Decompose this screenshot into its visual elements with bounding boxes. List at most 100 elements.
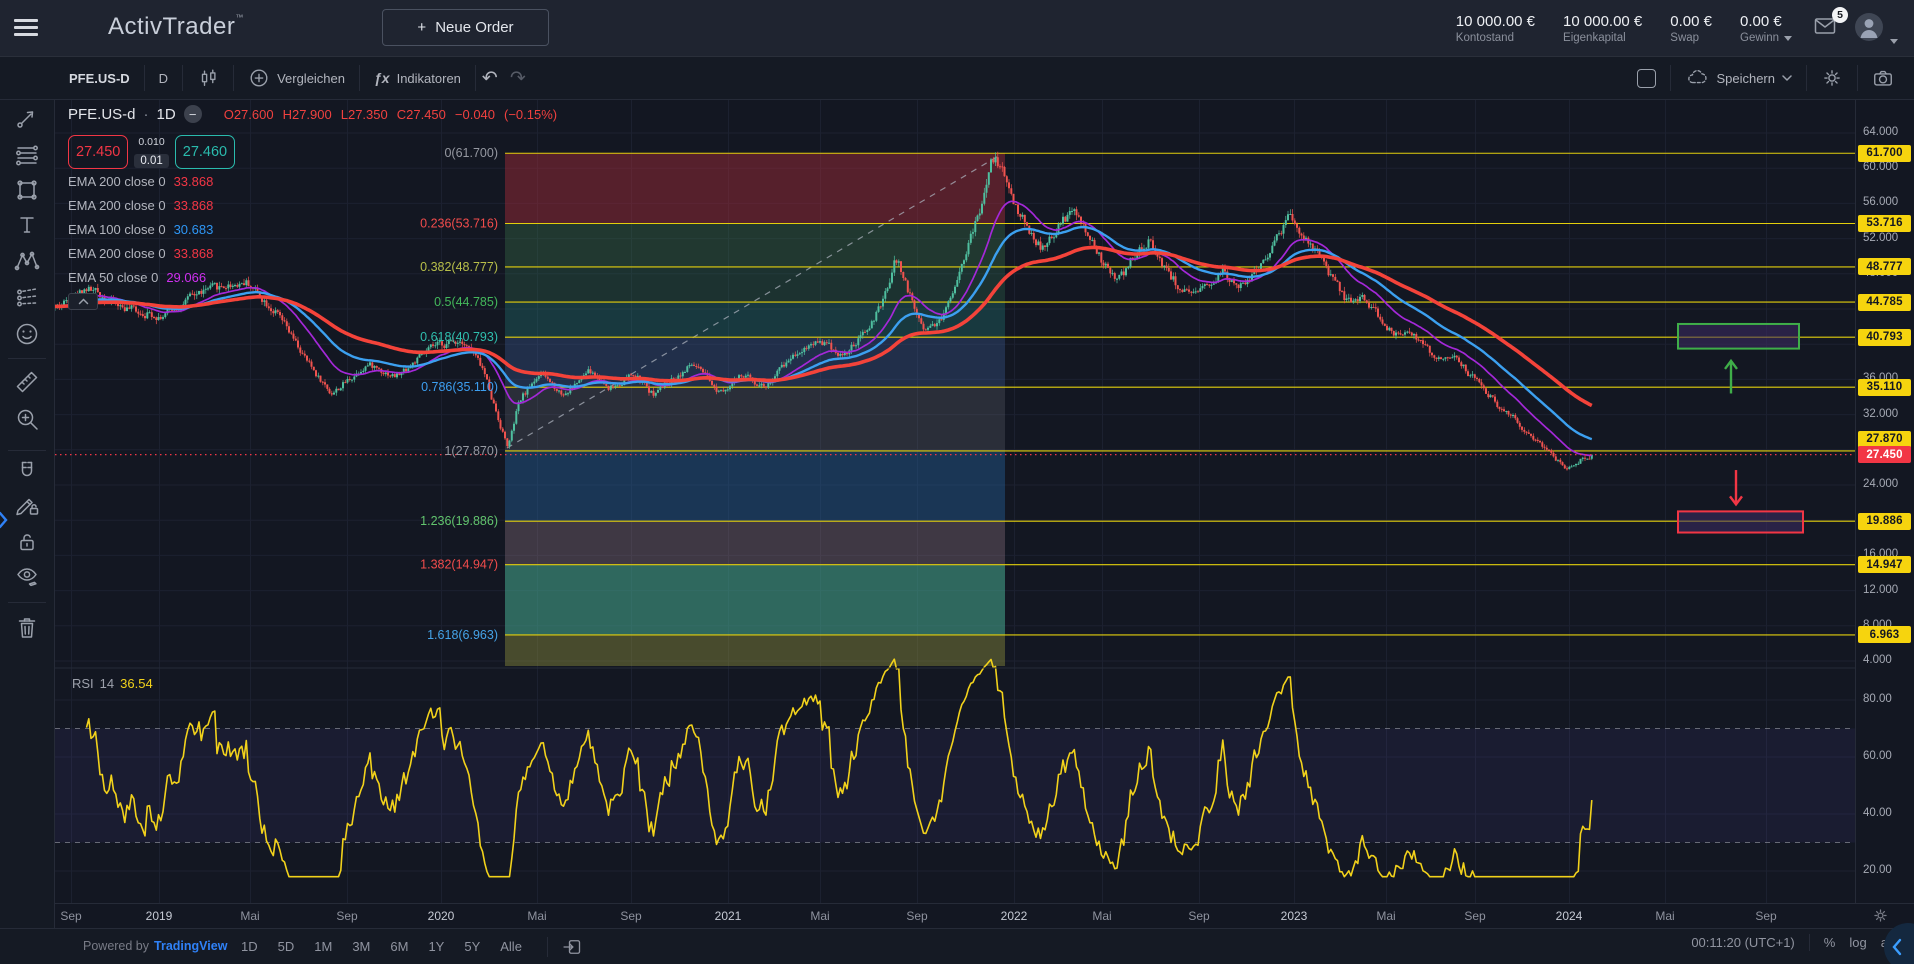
time-tick-label: Sep: [1188, 909, 1209, 923]
xabcd-pattern-icon: [14, 248, 40, 274]
ema-value: 33.868: [174, 174, 214, 189]
fib-level-label[interactable]: 1.236(19.886): [420, 514, 498, 528]
menu-icon[interactable]: [14, 19, 38, 37]
tool-ruler[interactable]: [9, 364, 45, 400]
tool-text[interactable]: [9, 207, 45, 243]
user-avatar[interactable]: [1854, 12, 1896, 46]
chevron-down-icon: [1782, 75, 1792, 82]
buy-price-button[interactable]: 27.460: [175, 135, 235, 169]
range-button-1d[interactable]: 1D: [232, 934, 267, 959]
gear-icon: [1821, 67, 1843, 89]
price-tick-label: 32.000: [1863, 408, 1898, 420]
ema-legend-row[interactable]: EMA 200 close 033.868: [68, 241, 557, 265]
tool-xabcd-pattern[interactable]: [9, 243, 45, 279]
time-tick-label: 2021: [715, 909, 742, 923]
rsi-legend[interactable]: RSI14 36.54: [72, 676, 153, 691]
fib-price-badge: 35.110: [1858, 379, 1911, 396]
ema-legend-row[interactable]: EMA 100 close 030.683: [68, 217, 557, 241]
account-summary: 10 000.00 €Kontostand10 000.00 €Eigenkap…: [1456, 0, 1792, 57]
fib-level-label[interactable]: 1(27.870): [444, 444, 498, 458]
tool-emoji[interactable]: [9, 316, 45, 352]
mail-button[interactable]: 5: [1812, 14, 1842, 42]
account-label: Swap: [1670, 32, 1712, 44]
sell-target-box[interactable]: [1678, 511, 1803, 532]
range-button-1m[interactable]: 1M: [305, 934, 341, 959]
fib-level-label[interactable]: 0.786(35.110): [421, 380, 498, 394]
tool-forecast[interactable]: [9, 279, 45, 315]
goto-date-button[interactable]: [547, 937, 582, 957]
chart-settings-button[interactable]: [1807, 57, 1857, 99]
fib-level-label[interactable]: 0.618(40.793): [420, 330, 498, 344]
time-tick-label: Mai: [810, 909, 829, 923]
legend-collapse-button[interactable]: [68, 293, 98, 310]
buy-target-box[interactable]: [1678, 324, 1799, 349]
compare-button[interactable]: Vergleichen: [234, 57, 359, 99]
percent-scale-toggle[interactable]: %: [1824, 935, 1836, 950]
range-button-3m[interactable]: 3M: [343, 934, 379, 959]
draw-lock-icon: [14, 491, 40, 517]
tool-draw-lock[interactable]: [9, 486, 45, 522]
save-button[interactable]: Speichern: [1671, 57, 1806, 99]
screenshot-button[interactable]: [1858, 57, 1908, 99]
ohlc-part: (−0.15%): [504, 107, 557, 122]
panel-expand-icon[interactable]: [0, 510, 9, 535]
tool-remove-all[interactable]: [9, 610, 45, 646]
hide-drawings-icon: [14, 563, 40, 589]
redo-icon[interactable]: ↷: [504, 67, 532, 90]
fib-level-label[interactable]: 1.382(14.947): [420, 558, 498, 572]
fib-price-badge: 14.947: [1858, 556, 1911, 573]
spread-display: 0.010 0.01: [134, 135, 168, 169]
tool-lock-all[interactable]: [9, 524, 45, 560]
fib-price-badge: 44.785: [1858, 294, 1911, 311]
time-scale-settings-icon[interactable]: [1872, 907, 1889, 929]
ema-legend-row[interactable]: EMA 50 close 029.066: [68, 265, 557, 289]
clock[interactable]: 00:11:20 (UTC+1): [1691, 935, 1794, 950]
tool-shape[interactable]: [9, 172, 45, 208]
ema-value: 29.066: [166, 270, 206, 285]
range-button-5y[interactable]: 5Y: [455, 934, 489, 959]
shape-icon: [14, 177, 40, 203]
new-order-button[interactable]: + Neue Order: [382, 9, 549, 46]
fib-band: [505, 521, 1005, 564]
interval-button[interactable]: D: [145, 57, 182, 99]
time-tick-label: Sep: [1464, 909, 1485, 923]
caret-down-icon[interactable]: [1784, 36, 1792, 41]
ema-legend-row[interactable]: EMA 200 close 033.868: [68, 169, 557, 193]
tool-hide-drawings[interactable]: [9, 558, 45, 594]
sell-price-button[interactable]: 27.450: [68, 135, 128, 169]
fib-level-label[interactable]: 1.618(6.963): [427, 628, 498, 642]
account-label: Eigenkapital: [1563, 32, 1642, 44]
time-tick-label: Sep: [906, 909, 927, 923]
tradingview-link[interactable]: TradingView: [154, 939, 227, 953]
legend-symbol[interactable]: PFE.US-d: [68, 106, 136, 123]
ohlc-part: C27.450: [397, 107, 446, 122]
range-button-6m[interactable]: 6M: [381, 934, 417, 959]
range-button-1y[interactable]: 1Y: [419, 934, 453, 959]
time-scale[interactable]: Sep2019MaiSep2020MaiSep2021MaiSep2022Mai…: [0, 903, 1914, 928]
sidebar-separator: [8, 358, 46, 359]
fib-price-badge: 53.716: [1858, 215, 1911, 232]
fib-band: [505, 565, 1005, 635]
price-scale[interactable]: 64.00060.00056.00052.00048.00044.00040.0…: [1855, 100, 1914, 903]
remove-all-icon: [14, 615, 40, 641]
time-tick-label: 2024: [1556, 909, 1583, 923]
time-tick-label: Sep: [336, 909, 357, 923]
range-button-alle[interactable]: Alle: [491, 934, 531, 959]
tool-fib-retracement[interactable]: [9, 137, 45, 173]
range-button-5d[interactable]: 5D: [269, 934, 304, 959]
layout-button[interactable]: [1623, 57, 1670, 99]
chart-style-button[interactable]: [183, 57, 233, 99]
lock-all-icon: [14, 529, 40, 555]
indicators-button[interactable]: ƒx Indikatoren: [360, 57, 475, 99]
fib-price-badge: 19.886: [1858, 513, 1911, 530]
collapse-symbol-icon[interactable]: −: [184, 105, 202, 123]
rsi-tick-label: 60.00: [1863, 750, 1892, 762]
tool-trend-line[interactable]: [9, 100, 45, 136]
ema-legend-row[interactable]: EMA 200 close 033.868: [68, 193, 557, 217]
undo-icon[interactable]: ↶: [476, 67, 504, 90]
tool-zoom-in[interactable]: [9, 401, 45, 437]
tool-magnet[interactable]: [9, 454, 45, 490]
log-scale-toggle[interactable]: log: [1849, 935, 1866, 950]
time-tick-label: 2022: [1001, 909, 1028, 923]
symbol-button[interactable]: PFE.US-D: [55, 57, 144, 99]
